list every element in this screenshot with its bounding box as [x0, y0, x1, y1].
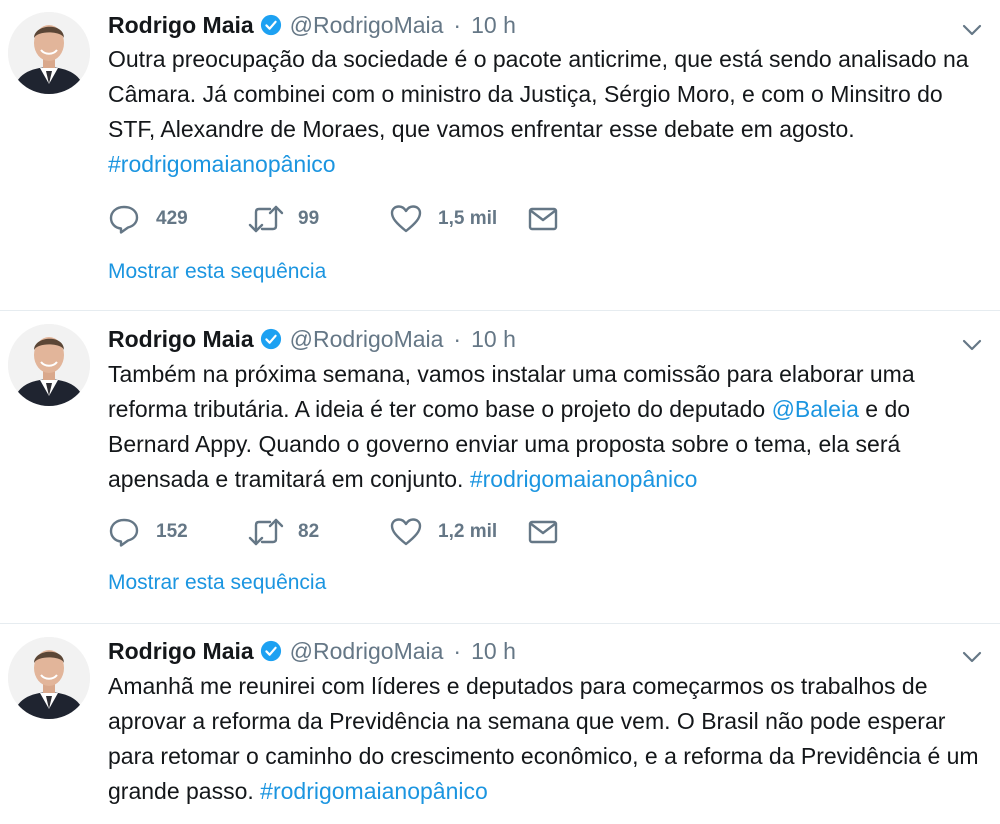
reply-button[interactable]: 429	[108, 204, 248, 234]
separator: ·	[453, 11, 462, 38]
verified-badge-icon	[260, 328, 281, 350]
avatar[interactable]	[8, 637, 90, 719]
verified-badge-icon	[260, 14, 281, 36]
mention-link[interactable]: @Baleia	[772, 396, 859, 422]
tweet-header: Rodrigo Maia @RodrigoMaia · 10 h	[108, 322, 516, 356]
timestamp[interactable]: 10 h	[471, 12, 516, 39]
tweet-text-body: Outra preocupação da sociedade é o pacot…	[108, 46, 969, 142]
hashtag-link[interactable]: #rodrigomaianopânico	[260, 778, 488, 804]
reply-icon	[109, 205, 139, 234]
like-button[interactable]: 1,2 mil	[390, 517, 528, 547]
author-name[interactable]: Rodrigo Maia	[108, 638, 254, 665]
tweet[interactable]: Rodrigo Maia @RodrigoMaia · 10 h Outra p…	[0, 0, 1000, 311]
reply-count: 152	[156, 521, 188, 542]
retweet-count: 99	[298, 208, 320, 229]
profile-photo	[8, 12, 90, 94]
tweet-actions: 429 99 1,5 mil	[108, 204, 558, 234]
tweet-header: Rodrigo Maia @RodrigoMaia · 10 h	[108, 634, 516, 668]
heart-icon	[390, 518, 422, 546]
hashtag-link[interactable]: #rodrigomaianopânico	[108, 151, 336, 177]
verified-badge-icon	[260, 640, 281, 662]
like-button[interactable]: 1,5 mil	[390, 204, 528, 234]
author-handle[interactable]: @RodrigoMaia	[290, 12, 444, 39]
envelope-icon	[528, 207, 558, 231]
reply-button[interactable]: 152	[108, 517, 248, 547]
tweet[interactable]: Rodrigo Maia @RodrigoMaia · 10 h Amanhã …	[0, 624, 1000, 824]
avatar[interactable]	[8, 12, 90, 94]
retweet-button[interactable]: 82	[248, 517, 390, 547]
tweet-text-body: Amanhã me reunirei com líderes e deputad…	[108, 673, 979, 804]
separator: ·	[453, 325, 462, 352]
retweet-icon	[248, 518, 284, 546]
reply-icon	[109, 518, 139, 547]
tweet-text: Amanhã me reunirei com líderes e deputad…	[108, 669, 988, 809]
profile-photo	[8, 637, 90, 719]
chevron-down-icon[interactable]	[960, 645, 984, 669]
profile-photo	[8, 324, 90, 406]
separator: ·	[453, 637, 462, 664]
heart-icon	[390, 205, 422, 233]
reply-count: 429	[156, 208, 188, 229]
retweet-icon	[248, 205, 284, 233]
tweet[interactable]: Rodrigo Maia @RodrigoMaia · 10 h Também …	[0, 311, 1000, 624]
author-name[interactable]: Rodrigo Maia	[108, 326, 254, 353]
timestamp[interactable]: 10 h	[471, 638, 516, 665]
envelope-icon	[528, 520, 558, 544]
author-name[interactable]: Rodrigo Maia	[108, 12, 254, 39]
direct-message-button[interactable]	[528, 519, 558, 545]
avatar[interactable]	[8, 324, 90, 406]
tweet-text: Também na próxima semana, vamos instalar…	[108, 357, 988, 497]
show-thread-link[interactable]: Mostrar esta sequência	[108, 571, 326, 595]
tweet-actions: 152 82 1,2 mil	[108, 517, 558, 547]
author-handle[interactable]: @RodrigoMaia	[290, 326, 444, 353]
tweet-text: Outra preocupação da sociedade é o pacot…	[108, 42, 988, 182]
author-handle[interactable]: @RodrigoMaia	[290, 638, 444, 665]
timestamp[interactable]: 10 h	[471, 326, 516, 353]
like-count: 1,2 mil	[438, 521, 498, 542]
hashtag-link[interactable]: #rodrigomaianopânico	[470, 466, 698, 492]
like-count: 1,5 mil	[438, 208, 498, 229]
chevron-down-icon[interactable]	[960, 333, 984, 357]
chevron-down-icon[interactable]	[960, 18, 984, 42]
show-thread-link[interactable]: Mostrar esta sequência	[108, 260, 326, 284]
tweet-header: Rodrigo Maia @RodrigoMaia · 10 h	[108, 8, 516, 42]
retweet-button[interactable]: 99	[248, 204, 390, 234]
retweet-count: 82	[298, 521, 320, 542]
direct-message-button[interactable]	[528, 206, 558, 232]
